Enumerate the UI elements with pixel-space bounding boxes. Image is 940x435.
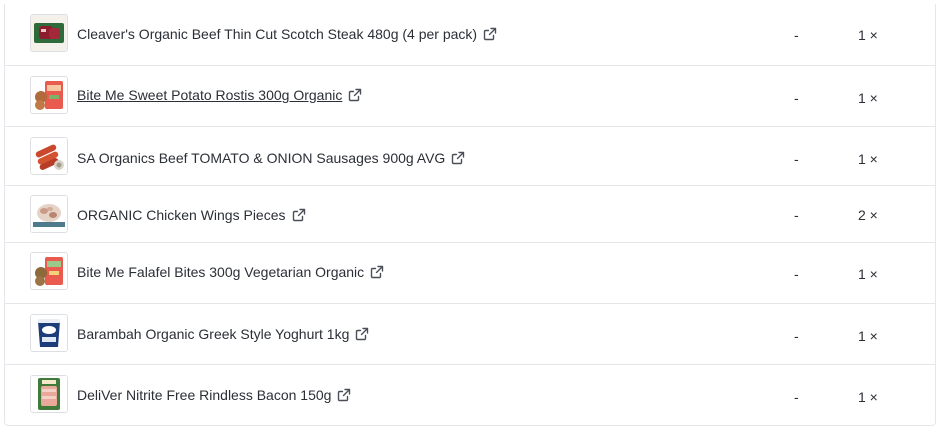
product-link[interactable]: Barambah Organic Greek Style Yoghurt 1kg — [77, 325, 369, 343]
quantity-value: 1 × — [858, 27, 878, 43]
falafel-thumbnail[interactable] — [30, 252, 68, 290]
chicken-wings-thumbnail[interactable] — [30, 195, 68, 233]
product-link[interactable]: ORGANIC Chicken Wings Pieces — [77, 206, 306, 224]
quantity-value: 2 × — [858, 207, 878, 223]
product-name: Bite Me Falafel Bites 300g Vegetarian Or… — [77, 264, 365, 280]
quantity-value: 1 × — [858, 151, 878, 167]
product-link[interactable]: SA Organics Beef TOMATO & ONION Sausages… — [77, 149, 465, 167]
list-item: Bite Me Falafel Bites 300g Vegetarian Or… — [5, 243, 935, 304]
product-link[interactable]: Cleaver's Organic Beef Thin Cut Scotch S… — [77, 25, 497, 43]
external-link-icon[interactable] — [348, 88, 362, 102]
external-link-icon[interactable] — [337, 388, 351, 402]
product-link[interactable]: Bite Me Sweet Potato Rostis 300g Organic — [77, 86, 362, 104]
external-link-icon[interactable] — [355, 327, 369, 341]
price-value: - — [794, 27, 799, 43]
sausages-thumbnail[interactable] — [30, 137, 68, 175]
product-name: Barambah Organic Greek Style Yoghurt 1kg — [77, 326, 350, 342]
external-link-icon[interactable] — [370, 265, 384, 279]
bacon-thumbnail[interactable] — [30, 375, 68, 413]
list-item: ORGANIC Chicken Wings Pieces - 2 × — [5, 186, 935, 243]
yoghurt-thumbnail[interactable] — [30, 314, 68, 352]
price-value: - — [794, 90, 799, 106]
price-value: - — [794, 328, 799, 344]
product-name: SA Organics Beef TOMATO & ONION Sausages… — [77, 150, 446, 166]
list-item: SA Organics Beef TOMATO & ONION Sausages… — [5, 127, 935, 186]
quantity-value: 1 × — [858, 266, 878, 282]
quantity-value: 1 × — [858, 389, 878, 405]
product-name: ORGANIC Chicken Wings Pieces — [77, 207, 286, 223]
list-item: Cleaver's Organic Beef Thin Cut Scotch S… — [5, 4, 935, 66]
product-link[interactable]: DeliVer Nitrite Free Rindless Bacon 150g — [77, 386, 351, 404]
price-value: - — [794, 151, 799, 167]
list-item: Barambah Organic Greek Style Yoghurt 1kg… — [5, 304, 935, 365]
product-name: DeliVer Nitrite Free Rindless Bacon 150g — [77, 387, 332, 403]
product-name: Cleaver's Organic Beef Thin Cut Scotch S… — [77, 26, 478, 42]
rostis-thumbnail[interactable] — [30, 76, 68, 114]
price-value: - — [794, 389, 799, 405]
product-name: Bite Me Sweet Potato Rostis 300g Organic — [77, 87, 343, 103]
external-link-icon[interactable] — [292, 208, 306, 222]
quantity-value: 1 × — [858, 90, 878, 106]
list-item: Bite Me Sweet Potato Rostis 300g Organic… — [5, 66, 935, 127]
quantity-value: 1 × — [858, 328, 878, 344]
price-value: - — [794, 207, 799, 223]
price-value: - — [794, 266, 799, 282]
product-link[interactable]: Bite Me Falafel Bites 300g Vegetarian Or… — [77, 263, 384, 281]
list-item: DeliVer Nitrite Free Rindless Bacon 150g… — [5, 365, 935, 425]
order-items-list: Cleaver's Organic Beef Thin Cut Scotch S… — [4, 4, 936, 426]
steak-thumbnail[interactable] — [30, 14, 68, 52]
external-link-icon[interactable] — [483, 27, 497, 41]
external-link-icon[interactable] — [451, 151, 465, 165]
